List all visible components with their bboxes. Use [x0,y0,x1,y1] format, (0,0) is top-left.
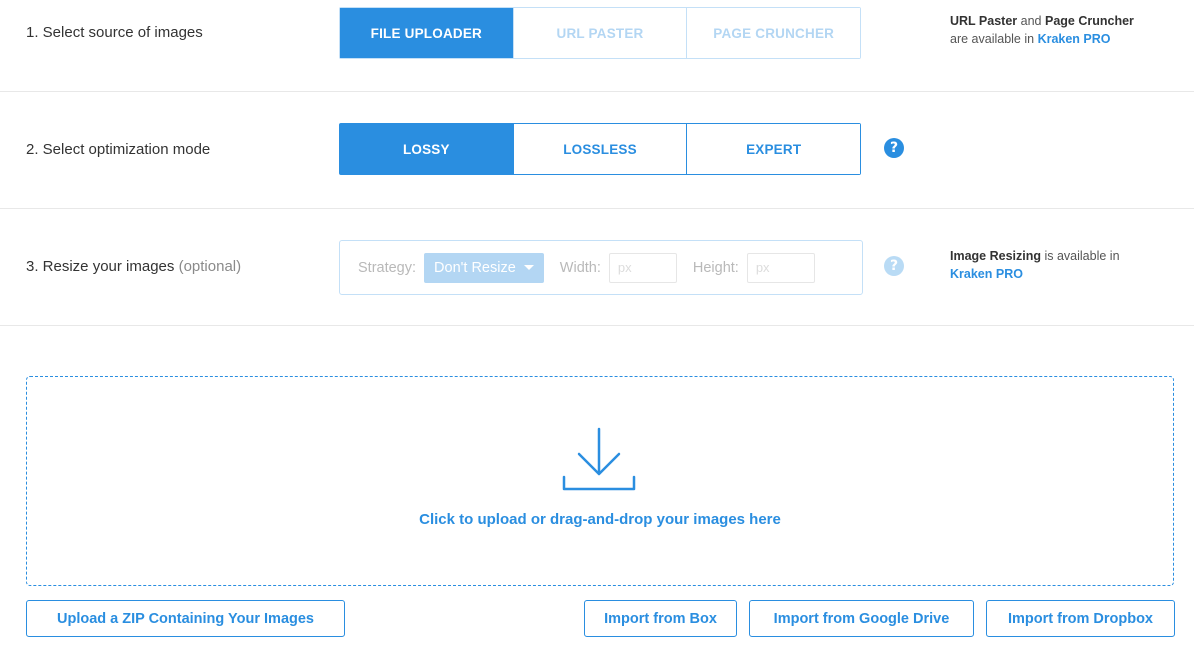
lossless-option[interactable]: LOSSLESS [512,124,687,174]
height-input[interactable] [746,252,815,283]
dropzone-text: Click to upload or drag-and-drop your im… [419,511,781,528]
width-label: Width: [559,259,601,276]
question-circle-icon[interactable]: ? [884,138,904,158]
mode-selector: LOSSY LOSSLESS EXPERT [339,123,861,175]
resize-step-label: 3. Resize your images (optional) [26,258,241,275]
caret-down-icon [523,265,534,270]
upload-dropzone[interactable]: Click to upload or drag-and-drop your im… [26,376,1174,586]
import-google-drive-button[interactable]: Import from Google Drive [749,600,974,637]
note-available-in: is available in [1041,249,1120,263]
width-input[interactable] [608,252,677,283]
mode-row: 2. Select optimization mode LOSSY LOSSLE… [0,92,1194,209]
import-box-button[interactable]: Import from Box [584,600,737,637]
resize-controls: Strategy: Don't Resize Width: Height: [339,240,863,295]
mode-step-label: 2. Select optimization mode [26,141,211,158]
kraken-pro-link[interactable]: Kraken PRO [1038,32,1111,46]
file-uploader-option[interactable]: FILE UPLOADER [340,8,513,58]
source-step-label: 1. Select source of images [26,24,203,41]
note-available-in: are available in [950,32,1038,46]
note-image-resizing: Image Resizing [950,249,1041,263]
question-circle-icon[interactable]: ? [884,256,904,276]
lossy-option[interactable]: LOSSY [340,124,513,174]
strategy-label: Strategy: [358,259,417,276]
optional-label: (optional) [178,258,242,275]
height-label: Height: [692,259,739,276]
note-url-paster: URL Paster [950,14,1018,28]
import-dropbox-button[interactable]: Import from Dropbox [986,600,1175,637]
resize-pro-note: Image Resizing is available in Kraken PR… [950,247,1170,283]
source-row: 1. Select source of images FILE UPLOADER… [0,0,1194,92]
page-cruncher-option[interactable]: PAGE CRUNCHER [686,8,861,58]
note-and: and [1017,14,1045,28]
upload-zip-button[interactable]: Upload a ZIP Containing Your Images [26,600,345,637]
expert-option[interactable]: EXPERT [686,124,861,174]
strategy-dropdown[interactable]: Don't Resize [424,252,544,283]
strategy-value: Don't Resize [434,259,516,276]
source-pro-note: URL Paster and Page Cruncher are availab… [950,12,1170,48]
download-tray-icon [562,427,636,491]
note-page-cruncher: Page Cruncher [1044,14,1134,28]
kraken-pro-link[interactable]: Kraken PRO [950,267,1023,281]
source-selector: FILE UPLOADER URL PASTER PAGE CRUNCHER [339,7,861,59]
resize-row: 3. Resize your images (optional) Strateg… [0,209,1194,326]
url-paster-option[interactable]: URL PASTER [512,8,687,58]
resize-label-text: 3. Resize your images [26,258,175,275]
